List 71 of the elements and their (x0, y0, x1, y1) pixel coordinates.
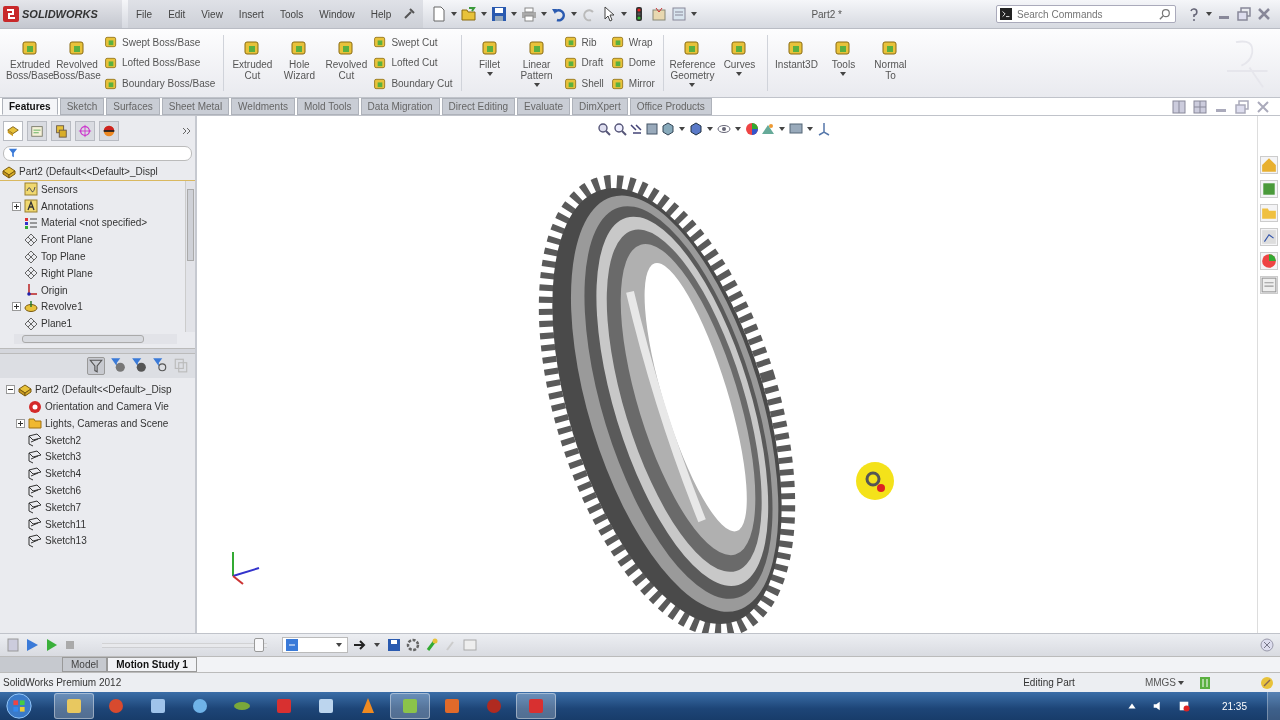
tree-item[interactable]: Orientation and Camera Vie (45, 401, 169, 413)
menu-item[interactable]: Tools (271, 8, 312, 20)
ribbon-command[interactable]: Extruded Cut (230, 31, 275, 95)
ribbon-command[interactable]: Instant3D (774, 31, 819, 95)
ribbon-command[interactable]: Wrap (610, 35, 656, 50)
ribbon-command[interactable]: Boundary Cut (373, 76, 453, 91)
tree-item[interactable]: Annotations (41, 200, 94, 212)
tree-item[interactable]: Plane1 (41, 318, 73, 330)
tree-item[interactable]: Material <not specified> (41, 217, 148, 229)
command-tab[interactable]: Evaluate (517, 98, 570, 115)
menu-item[interactable]: Edit (160, 8, 194, 20)
tree-item[interactable]: Part2 (Default<<Default>_Disp (35, 384, 172, 396)
tree-item[interactable]: Sketch3 (45, 451, 82, 463)
ribbon-command[interactable]: Mirror (610, 76, 656, 91)
command-tab[interactable]: Weldments (231, 98, 295, 115)
tree-item[interactable]: Origin (41, 284, 68, 296)
tree-item[interactable]: Top Plane (41, 251, 86, 263)
tree-item[interactable]: Sketch4 (45, 468, 82, 480)
ribbon-command[interactable]: Fillet (467, 31, 512, 95)
ribbon-command[interactable]: Draft (563, 56, 604, 70)
tree-item[interactable]: Sketch2 (45, 434, 82, 446)
tree-item[interactable]: Lights, Cameras and Scene (45, 417, 169, 429)
tree-item[interactable]: Sensors (41, 183, 78, 195)
command-tab[interactable]: Mold Tools (296, 98, 359, 115)
search-field[interactable]: Search Commands (996, 5, 1176, 23)
command-tab[interactable]: Sheet Metal (161, 98, 230, 115)
ribbon-command[interactable]: Shell (563, 76, 604, 91)
ribbon-command[interactable]: Lofted Boss/Base (104, 56, 216, 70)
units-selector[interactable]: MMGS (1144, 677, 1176, 688)
study-tab[interactable]: Model (62, 657, 108, 672)
ribbon-command[interactable]: Dome (610, 56, 656, 70)
window-title: Part2 * (811, 8, 842, 20)
study-tab[interactable]: Motion Study 1 (107, 657, 197, 672)
ribbon-command[interactable]: Revolved Cut (324, 31, 369, 95)
command-tab[interactable]: DimXpert (572, 98, 628, 115)
command-tab[interactable]: Sketch (59, 98, 105, 115)
command-tab[interactable]: Direct Editing (441, 98, 516, 115)
status-text: SolidWorks Premium 2012 (3, 677, 122, 688)
ribbon-command[interactable]: Extruded Boss/Base (8, 31, 52, 95)
ribbon-command[interactable]: Swept Boss/Base (104, 35, 216, 50)
tree-item[interactable]: Revolve1 (41, 301, 83, 313)
tree-item[interactable]: Right Plane (41, 267, 93, 279)
ribbon-command[interactable]: Tools (821, 31, 866, 95)
tree-item[interactable]: Front Plane (41, 234, 93, 246)
command-tab[interactable]: Surfaces (106, 98, 160, 115)
menu-item[interactable]: Help (362, 8, 400, 20)
tree-item[interactable]: Part2 (Default<<Default>_Displ (19, 166, 158, 177)
command-tab[interactable]: Office Products (629, 98, 712, 115)
ribbon-command[interactable]: Normal To (868, 31, 913, 95)
menu-item[interactable]: Window (311, 8, 363, 20)
ribbon-command[interactable]: Linear Pattern (514, 31, 559, 95)
menu-item[interactable]: File (128, 8, 161, 20)
ribbon-command[interactable]: Rib (563, 35, 604, 50)
tree-item[interactable]: Sketch6 (45, 485, 82, 497)
clock: 21:35 (1221, 700, 1247, 712)
ribbon-command[interactable]: Reference Geometry (670, 31, 715, 95)
command-tab[interactable]: Features (2, 98, 58, 115)
command-tab[interactable]: Data Migration (360, 98, 440, 115)
ribbon-command[interactable]: Lofted Cut (373, 56, 453, 70)
ribbon-command[interactable]: Revolved Boss/Base (55, 31, 99, 95)
ribbon-command[interactable]: Boundary Boss/Base (104, 76, 216, 91)
ribbon-command[interactable]: Curves (717, 31, 762, 95)
ribbon-command[interactable]: Swept Cut (373, 35, 453, 50)
tree-item[interactable]: Sketch11 (45, 518, 86, 530)
tree-item[interactable]: Sketch7 (45, 501, 82, 513)
ribbon-command[interactable]: Hole Wizard (277, 31, 322, 95)
logo-text: SOLIDWORKS (22, 8, 98, 20)
tree-item[interactable]: Sketch13 (45, 535, 87, 547)
status-text: Editing Part (1023, 677, 1075, 688)
menu-item[interactable]: Insert (230, 8, 272, 20)
menu-item[interactable]: View (193, 8, 231, 20)
